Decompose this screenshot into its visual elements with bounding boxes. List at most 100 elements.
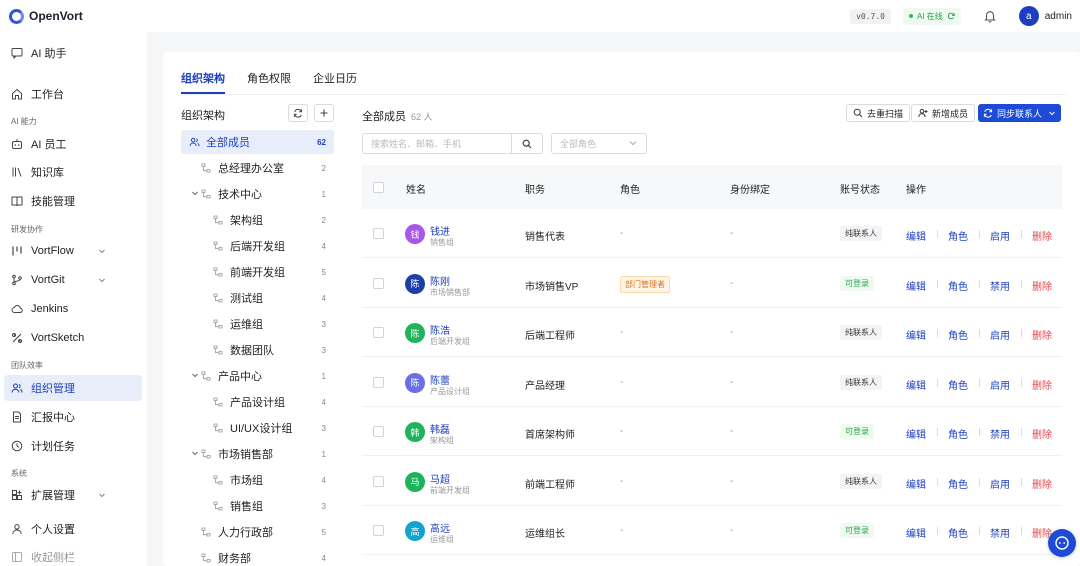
table-row[interactable]: 陈陈刚 市场销售部 市场销售VP 部门管理者 - 可登录 编辑 角色 禁用 删除 bbox=[362, 259, 1062, 308]
tree-node[interactable]: 技术中心 1 bbox=[181, 182, 334, 206]
disable-button[interactable]: 禁用 bbox=[990, 525, 1010, 540]
sidebar-item-org[interactable]: 组织管理 bbox=[4, 375, 142, 401]
role-button[interactable]: 角色 bbox=[948, 228, 968, 243]
select-all-checkbox[interactable] bbox=[373, 182, 384, 193]
add-member-button[interactable]: 新增成员 bbox=[911, 104, 976, 122]
tree-node[interactable]: 架构组 2 bbox=[181, 208, 334, 232]
sidebar-item-ai-staff[interactable]: AI 员工 bbox=[4, 131, 142, 157]
search-button[interactable] bbox=[511, 133, 543, 154]
sidebar-item-jenkins[interactable]: Jenkins bbox=[4, 296, 142, 322]
disable-button[interactable]: 禁用 bbox=[990, 278, 1010, 293]
edit-button[interactable]: 编辑 bbox=[906, 327, 926, 342]
bell-icon[interactable] bbox=[983, 9, 997, 23]
row-checkbox[interactable] bbox=[373, 277, 384, 289]
delete-button[interactable]: 删除 bbox=[1032, 278, 1052, 293]
tree-refresh-button[interactable] bbox=[288, 104, 308, 122]
sidebar-item-workbench[interactable]: 工作台 bbox=[4, 81, 142, 107]
member-name[interactable]: 陈刚 bbox=[430, 273, 450, 288]
tree-node[interactable]: 财务部 4 bbox=[181, 546, 334, 566]
sidebar-item-reports[interactable]: 汇报中心 bbox=[4, 404, 142, 430]
edit-button[interactable]: 编辑 bbox=[906, 278, 926, 293]
tab-role-permissions[interactable]: 角色权限 bbox=[247, 70, 291, 94]
tab-org-structure[interactable]: 组织架构 bbox=[181, 70, 225, 94]
row-checkbox[interactable] bbox=[373, 228, 384, 239]
user-avatar[interactable]: a bbox=[1018, 6, 1039, 26]
delete-button[interactable]: 删除 bbox=[1032, 426, 1052, 441]
sidebar-item-vortsketch[interactable]: VortSketch bbox=[4, 325, 142, 351]
sidebar-item-ai-assistant[interactable]: AI 助手 bbox=[4, 40, 142, 66]
role-button[interactable]: 角色 bbox=[948, 476, 968, 491]
delete-button[interactable]: 删除 bbox=[1032, 377, 1052, 392]
sidebar-item-vortflow[interactable]: VortFlow bbox=[4, 238, 142, 264]
ai-status-badge[interactable]: AI 在线 bbox=[902, 7, 961, 25]
app-logo[interactable]: OpenVort bbox=[9, 8, 83, 24]
member-name[interactable]: 高远 bbox=[430, 520, 450, 535]
enable-button[interactable]: 启用 bbox=[990, 228, 1010, 243]
enable-button[interactable]: 启用 bbox=[990, 377, 1010, 392]
row-checkbox[interactable] bbox=[373, 426, 384, 437]
table-row[interactable]: 韩韩磊 架构组 首席架构师 - - 可登录 编辑 角色 禁用 删除 bbox=[362, 407, 1062, 456]
role-button[interactable]: 角色 bbox=[948, 377, 968, 392]
sidebar-item-scheduled-tasks[interactable]: 计划任务 bbox=[4, 433, 142, 459]
member-name[interactable]: 韩磊 bbox=[430, 421, 450, 436]
chevron-down-icon[interactable] bbox=[191, 189, 201, 199]
tree-node[interactable]: 产品中心 1 bbox=[181, 364, 334, 388]
row-checkbox[interactable] bbox=[373, 327, 384, 338]
chevron-down-icon[interactable] bbox=[1048, 109, 1056, 117]
edit-button[interactable]: 编辑 bbox=[906, 525, 926, 540]
disable-button[interactable]: 禁用 bbox=[990, 426, 1010, 441]
tree-node[interactable]: 总经理办公室 2 bbox=[181, 156, 334, 180]
member-search-input[interactable] bbox=[362, 133, 512, 154]
role-button[interactable]: 角色 bbox=[948, 327, 968, 342]
tree-node[interactable]: 数据团队 3 bbox=[181, 338, 334, 362]
tree-node[interactable]: 市场销售部 1 bbox=[181, 442, 334, 466]
sidebar-item-vortgit[interactable]: VortGit bbox=[4, 267, 142, 293]
sidebar-collapse-button[interactable]: 收起侧栏 bbox=[4, 544, 142, 566]
row-checkbox[interactable] bbox=[373, 525, 384, 536]
member-name[interactable]: 陈浩 bbox=[430, 322, 450, 337]
sidebar-item-personal-settings[interactable]: 个人设置 bbox=[4, 516, 142, 542]
row-checkbox[interactable] bbox=[373, 475, 384, 487]
sidebar-item-skills[interactable]: 技能管理 bbox=[4, 188, 142, 214]
enable-button[interactable]: 启用 bbox=[990, 327, 1010, 342]
role-button[interactable]: 角色 bbox=[948, 278, 968, 293]
tree-node[interactable]: 运维组 3 bbox=[181, 312, 334, 336]
tree-node[interactable]: 前端开发组 5 bbox=[181, 260, 334, 284]
table-row[interactable]: 钱钱进 销售组 销售代表 - - 纯联系人 编辑 角色 启用 删除 bbox=[362, 209, 1062, 258]
role-button[interactable]: 角色 bbox=[948, 525, 968, 540]
member-name[interactable]: 钱进 bbox=[430, 223, 450, 238]
tree-node[interactable]: 测试组 4 bbox=[181, 286, 334, 310]
member-name[interactable]: 陈蕾 bbox=[430, 372, 450, 387]
user-name[interactable]: admin bbox=[1045, 11, 1072, 22]
tree-node[interactable]: 后端开发组 4 bbox=[181, 234, 334, 258]
table-row[interactable]: 高高远 运维组 运维组长 - - 可登录 编辑 角色 禁用 删除 bbox=[362, 506, 1062, 555]
edit-button[interactable]: 编辑 bbox=[906, 228, 926, 243]
chevron-down-icon[interactable] bbox=[191, 371, 201, 381]
tree-add-button[interactable] bbox=[314, 104, 334, 122]
table-row[interactable]: 陈陈蕾 产品设计组 产品经理 - - 纯联系人 编辑 角色 启用 删除 bbox=[362, 358, 1062, 407]
tree-node[interactable]: UI/UX设计组 3 bbox=[181, 416, 334, 440]
tree-node[interactable]: 销售组 3 bbox=[181, 494, 334, 518]
member-name[interactable]: 马超 bbox=[430, 471, 450, 486]
tab-company-calendar[interactable]: 企业日历 bbox=[313, 70, 357, 94]
edit-button[interactable]: 编辑 bbox=[906, 377, 926, 392]
tree-node[interactable]: 产品设计组 4 bbox=[181, 390, 334, 414]
tree-node[interactable]: 市场组 4 bbox=[181, 468, 334, 492]
chevron-down-icon[interactable] bbox=[191, 449, 201, 459]
table-row[interactable]: 马马超 前端开发组 前端工程师 - - 纯联系人 编辑 角色 启用 删除 bbox=[362, 457, 1062, 506]
role-filter-select[interactable]: 全部角色 bbox=[551, 133, 647, 154]
edit-button[interactable]: 编辑 bbox=[906, 426, 926, 441]
edit-button[interactable]: 编辑 bbox=[906, 476, 926, 491]
sync-contacts-button[interactable]: 同步联系人 bbox=[978, 104, 1061, 122]
table-row[interactable]: 陈陈浩 后端开发组 后端工程师 - - 纯联系人 编辑 角色 启用 删除 bbox=[362, 308, 1062, 357]
row-checkbox[interactable] bbox=[373, 376, 384, 388]
delete-button[interactable]: 删除 bbox=[1032, 228, 1052, 243]
ai-assistant-float-button[interactable] bbox=[1048, 529, 1076, 557]
tree-node[interactable]: 全部成员 62 bbox=[181, 130, 334, 154]
dedupe-scan-button[interactable]: 去重扫描 bbox=[846, 104, 911, 122]
delete-button[interactable]: 删除 bbox=[1032, 327, 1052, 342]
enable-button[interactable]: 启用 bbox=[990, 476, 1010, 491]
sidebar-item-knowledge[interactable]: 知识库 bbox=[4, 159, 142, 185]
tree-node[interactable]: 人力行政部 5 bbox=[181, 520, 334, 544]
delete-button[interactable]: 删除 bbox=[1032, 476, 1052, 491]
